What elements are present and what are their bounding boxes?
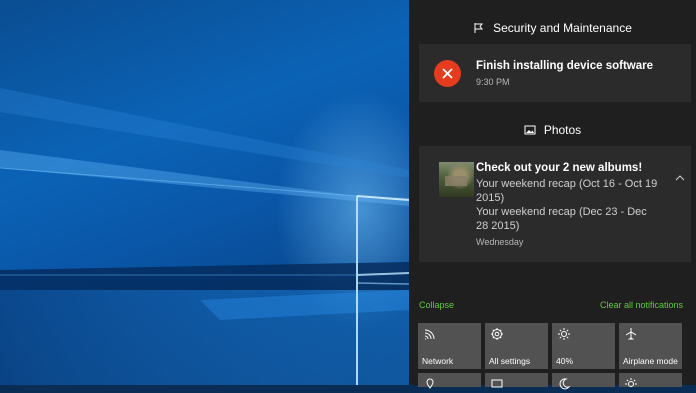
gear-icon — [490, 327, 504, 341]
album-thumbnail — [439, 162, 474, 197]
tile-label: Airplane mode — [623, 356, 678, 366]
quick-action-airplane-mode[interactable]: Airplane mode — [619, 323, 682, 369]
notification-line: 2015) — [476, 192, 505, 204]
notification-title: Finish installing device software — [476, 60, 654, 72]
action-center: Security and Maintenance Finish installi… — [409, 0, 696, 390]
clear-all-notifications-link[interactable]: Clear all notifications — [600, 300, 683, 310]
tile-label: All settings — [489, 356, 531, 366]
project-icon — [490, 377, 504, 391]
collapse-link[interactable]: Collapse — [419, 300, 454, 310]
notification-line: Your weekend recap (Dec 23 - Dec — [476, 206, 647, 218]
group-header-photos[interactable]: Photos — [409, 120, 696, 140]
location-icon — [423, 377, 437, 391]
windows-logo-light — [0, 88, 409, 385]
tile-label: 40% — [556, 356, 574, 366]
tile-label: Network — [422, 356, 454, 366]
brightness-icon — [557, 327, 571, 341]
quick-action-network[interactable]: Network — [418, 323, 481, 369]
flag-icon — [473, 22, 485, 34]
chevron-up-icon[interactable] — [675, 168, 685, 181]
quick-action-all-settings[interactable]: All settings — [485, 323, 548, 369]
error-x-icon — [434, 60, 461, 87]
notification-title: Check out your 2 new albums! — [476, 162, 643, 174]
notification-time: Wednesday — [476, 237, 524, 247]
desktop-wallpaper — [0, 0, 409, 385]
photo-icon — [524, 124, 536, 136]
network-icon — [423, 327, 437, 341]
group-title: Security and Maintenance — [493, 21, 632, 35]
airplane-icon — [624, 327, 638, 341]
quiet-hours-icon — [557, 377, 571, 391]
notification-line: 28 2015) — [476, 220, 520, 232]
group-header-security[interactable]: Security and Maintenance — [409, 18, 696, 38]
notification-card[interactable]: Check out your 2 new albums! Your weeken… — [419, 146, 691, 262]
notification-time: 9:30 PM — [476, 77, 510, 87]
group-title: Photos — [543, 123, 582, 137]
quick-action-brightness[interactable]: 40% — [552, 323, 615, 369]
notification-line: Your weekend recap (Oct 16 - Oct 19 — [476, 178, 658, 190]
brightness2-icon — [624, 377, 638, 391]
